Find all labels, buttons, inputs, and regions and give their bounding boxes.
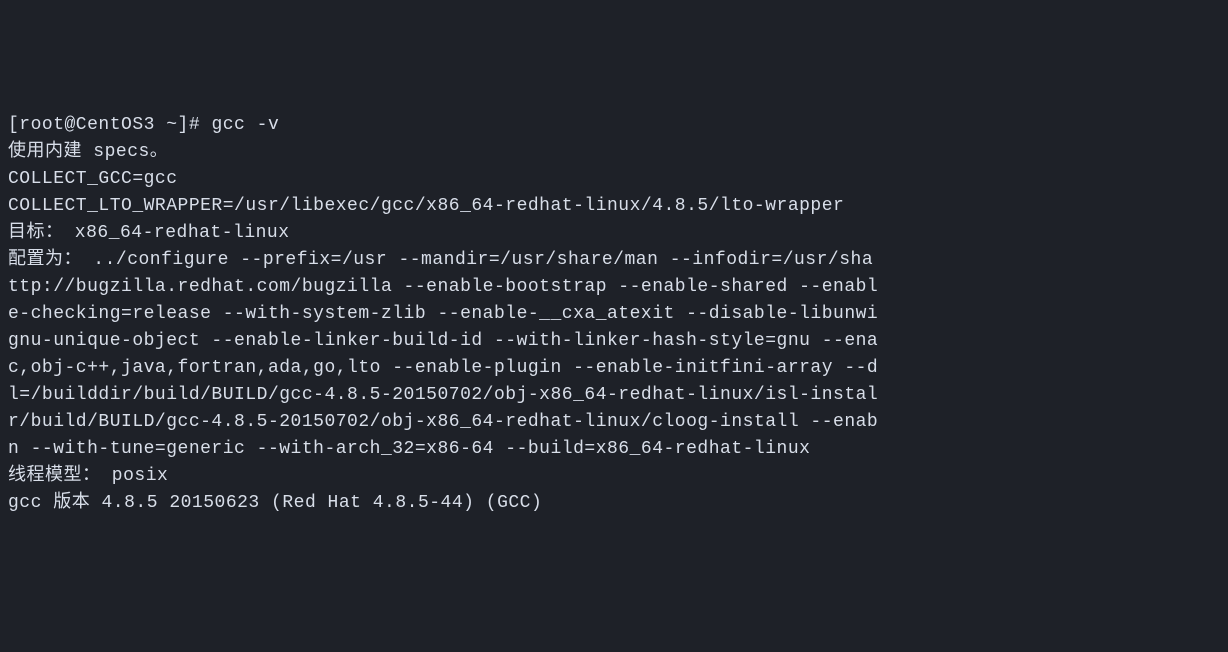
output-line: ttp://bugzilla.redhat.com/bugzilla --ena… <box>8 274 1220 301</box>
terminal-window[interactable]: [root@CentOS3 ~]# gcc -v使用内建 specs。COLLE… <box>8 112 1220 517</box>
output-line: 使用内建 specs。 <box>8 139 1220 166</box>
output-line: COLLECT_LTO_WRAPPER=/usr/libexec/gcc/x86… <box>8 193 1220 220</box>
entered-command: gcc -v <box>211 115 279 135</box>
output-line: COLLECT_GCC=gcc <box>8 166 1220 193</box>
command-line: [root@CentOS3 ~]# gcc -v <box>8 112 1220 139</box>
output-line: 目标： x86_64-redhat-linux <box>8 220 1220 247</box>
output-line: l=/builddir/build/BUILD/gcc-4.8.5-201507… <box>8 382 1220 409</box>
output-line: r/build/BUILD/gcc-4.8.5-20150702/obj-x86… <box>8 409 1220 436</box>
output-line: c,obj-c++,java,fortran,ada,go,lto --enab… <box>8 355 1220 382</box>
output-line: gnu-unique-object --enable-linker-build-… <box>8 328 1220 355</box>
output-line: n --with-tune=generic --with-arch_32=x86… <box>8 436 1220 463</box>
output-line: 配置为： ../configure --prefix=/usr --mandir… <box>8 247 1220 274</box>
output-line: gcc 版本 4.8.5 20150623 (Red Hat 4.8.5-44)… <box>8 490 1220 517</box>
shell-prompt: [root@CentOS3 ~]# <box>8 115 211 135</box>
output-line: e-checking=release --with-system-zlib --… <box>8 301 1220 328</box>
output-line: 线程模型： posix <box>8 463 1220 490</box>
